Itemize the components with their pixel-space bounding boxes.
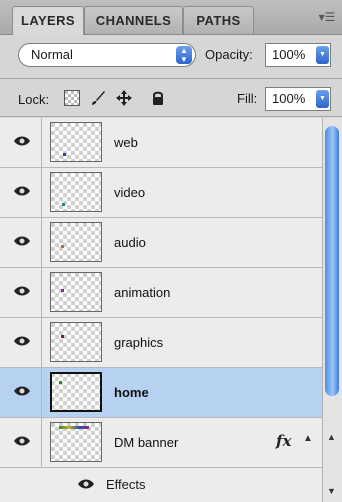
layer-thumbnail <box>50 422 102 462</box>
layer-name: video <box>114 185 146 200</box>
layer-name: animation <box>114 285 171 300</box>
effects-row[interactable]: Effects <box>0 468 322 502</box>
layer-thumbnail <box>50 322 102 362</box>
fill-label: Fill: <box>237 91 258 106</box>
visibility-toggle[interactable] <box>0 118 42 167</box>
layer-name: graphics <box>114 335 164 350</box>
padlock-icon[interactable] <box>150 90 166 106</box>
scroll-up-arrow-icon[interactable]: ▲ <box>327 432 336 442</box>
panel-tab-bar: LAYERS CHANNELS PATHS ▾☰ <box>0 0 342 35</box>
layer-thumbnail <box>50 272 102 312</box>
eye-icon <box>14 286 30 296</box>
visibility-toggle[interactable] <box>0 168 42 217</box>
layer-thumbnail <box>50 222 102 262</box>
brush-icon[interactable] <box>90 90 106 106</box>
layer-thumbnail <box>50 172 102 212</box>
layer-row-home[interactable]: home <box>0 368 322 418</box>
eye-icon <box>14 136 30 146</box>
divider <box>0 116 342 117</box>
scrollbar-thumb[interactable] <box>325 126 339 396</box>
effects-label: Effects <box>106 477 146 492</box>
visibility-toggle[interactable] <box>0 268 42 317</box>
eye-icon <box>14 236 30 246</box>
chevron-down-icon[interactable]: ▼ <box>316 46 329 64</box>
layer-row-graphics[interactable]: graphics <box>0 318 322 368</box>
eye-icon <box>14 386 30 396</box>
eye-icon <box>14 436 30 446</box>
divider <box>0 78 342 79</box>
visibility-toggle[interactable] <box>0 418 42 467</box>
opacity-label: Opacity: <box>205 47 253 62</box>
visibility-toggle[interactable] <box>0 318 42 367</box>
layer-row-audio[interactable]: audio <box>0 218 322 268</box>
opacity-field[interactable]: 100% ▼ <box>265 43 331 67</box>
eye-icon <box>14 336 30 346</box>
lock-transparency-icon[interactable] <box>64 90 80 106</box>
layer-row-dm-banner[interactable]: DM banner fx ▲ <box>0 418 322 468</box>
layer-row-web[interactable]: web <box>0 118 322 168</box>
layer-name: DM banner <box>114 435 179 450</box>
visibility-toggle[interactable] <box>0 218 42 267</box>
panel-menu-icon[interactable]: ▾☰ <box>318 10 336 24</box>
fill-value: 100% <box>272 91 306 106</box>
scroll-down-arrow-icon[interactable]: ▼ <box>327 486 336 496</box>
lock-label: Lock: <box>18 92 50 107</box>
layer-thumbnail <box>50 122 102 162</box>
eye-icon[interactable] <box>78 478 94 490</box>
blend-mode-select[interactable]: Normal ▲ ▼ <box>18 43 196 67</box>
updown-arrows-icon: ▲ ▼ <box>176 46 192 64</box>
layer-row-video[interactable]: video <box>0 168 322 218</box>
layer-name: web <box>114 135 138 150</box>
move-icon[interactable] <box>116 90 132 106</box>
visibility-toggle[interactable] <box>0 368 42 417</box>
fill-field[interactable]: 100% ▼ <box>265 87 331 111</box>
layer-name: audio <box>114 235 146 250</box>
layer-list: web video audio animation graphics home … <box>0 118 322 502</box>
tab-paths[interactable]: PATHS <box>183 6 254 34</box>
blend-mode-value: Normal <box>31 47 73 62</box>
tab-layers[interactable]: LAYERS <box>12 6 84 35</box>
tab-channels[interactable]: CHANNELS <box>84 6 183 34</box>
fx-icon[interactable]: fx <box>276 432 291 450</box>
layer-thumbnail <box>50 372 102 412</box>
chevron-down-icon[interactable]: ▼ <box>316 90 329 108</box>
layer-name: home <box>114 385 149 400</box>
expand-effects-arrow-icon[interactable]: ▲ <box>303 433 313 444</box>
layer-row-animation[interactable]: animation <box>0 268 322 318</box>
opacity-value: 100% <box>272 47 306 62</box>
eye-icon <box>14 186 30 196</box>
